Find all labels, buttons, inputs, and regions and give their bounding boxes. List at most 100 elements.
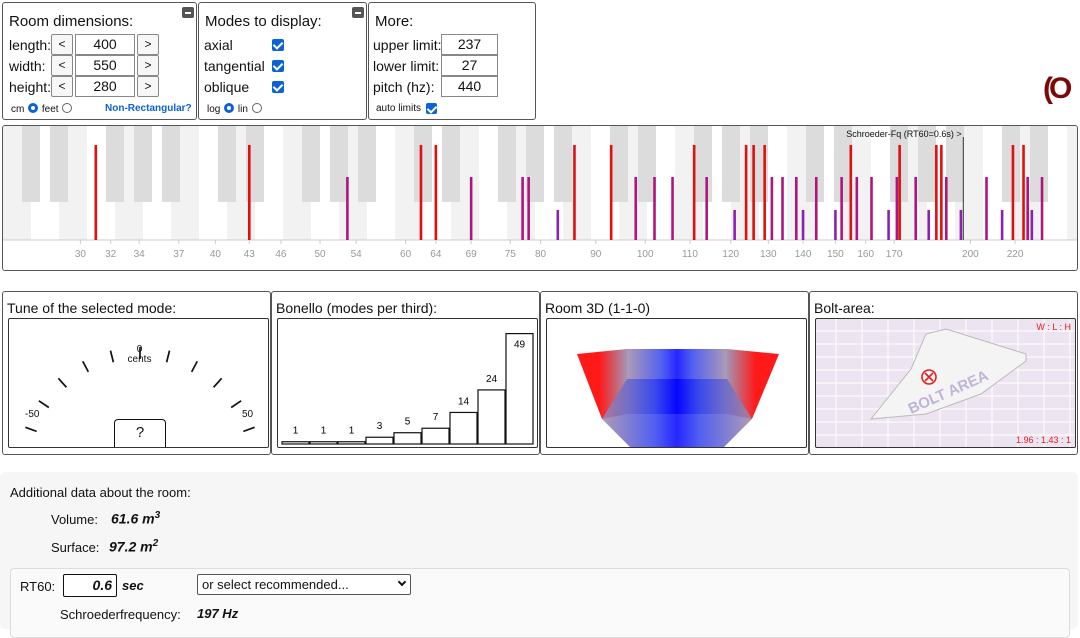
tick-label: 37 — [173, 249, 185, 260]
piano-black-key — [162, 126, 180, 202]
length-decrease-button[interactable]: < — [51, 34, 73, 55]
tick-label: 54 — [351, 249, 363, 260]
surface-value: 97.2 m2 — [109, 538, 159, 555]
additional-data-section: Additional data about the room: Volume: … — [0, 472, 1078, 638]
cents-label: cents — [127, 354, 152, 365]
piano-black-key — [22, 126, 40, 202]
tick-label: 160 — [857, 249, 874, 260]
rt60-input[interactable]: 0.6 — [63, 574, 117, 597]
bonello-value-label: 1 — [349, 426, 355, 437]
bolt-title: Bolt-area: — [814, 300, 875, 316]
schroeder-label: Schroederfrequency: — [60, 607, 181, 622]
recommended-select[interactable]: or select recommended... — [197, 574, 411, 595]
mode-spectrum: 30 32 34 37 40 43 46 50 54 60 64 69 75 80 90 100 110 120 1… — [2, 125, 1078, 271]
piano-black-key — [50, 126, 68, 202]
floor — [602, 379, 752, 447]
tick-label: 40 — [210, 249, 222, 260]
bonello-value-label: 24 — [486, 374, 498, 385]
modes-title: Modes to display: — [205, 13, 322, 30]
lin-label: lin — [237, 104, 248, 115]
length-increase-button[interactable]: > — [137, 34, 159, 55]
scale-selector: log lin — [207, 103, 263, 115]
bonello-svg: 1 1 1 3 5 7 14 24 49 — [281, 333, 534, 445]
tick-label: 60 — [400, 249, 412, 260]
bonello-value-label: 49 — [514, 340, 526, 351]
piano-black-key — [1002, 126, 1020, 202]
length-label: length: — [9, 37, 52, 53]
bonello-bar — [477, 389, 506, 445]
dial-tick — [230, 400, 242, 409]
axial-checkbox[interactable] — [272, 39, 284, 51]
lin-radio[interactable] — [251, 103, 262, 113]
tangential-checkbox[interactable] — [272, 60, 284, 72]
tick-label: 34 — [134, 249, 146, 260]
tick-label: 32 — [105, 249, 117, 260]
log-label: log — [207, 104, 221, 115]
auto-limits-checkbox[interactable] — [426, 103, 437, 114]
tune-value-box: ? — [114, 419, 166, 447]
bolt-chart[interactable]: BOLT AREA W : L : H 1.96 : 1.43 : 1 — [815, 318, 1076, 448]
room3d-view[interactable] — [546, 318, 807, 448]
bonello-title: Bonello (modes per third): — [276, 300, 438, 316]
rt60-label: RT60: — [20, 579, 56, 594]
minimize-icon[interactable] — [352, 7, 364, 18]
bonello-value-label: 1 — [321, 426, 327, 437]
tick-label: 170 — [886, 249, 903, 260]
bonello-panel: Bonello (modes per third): 1 1 1 3 5 7 14 24 49 — [271, 291, 540, 455]
non-rectangular-link[interactable]: Non-Rectangular? — [105, 103, 192, 114]
piano-black-key — [414, 126, 432, 202]
unit-cm-radio[interactable] — [28, 103, 39, 113]
piano-black-key — [610, 126, 628, 202]
dial-tick — [57, 377, 68, 388]
pitch-input[interactable]: 440 — [441, 76, 498, 97]
oblique-checkbox[interactable] — [272, 81, 284, 93]
tune-panel: Tune of the selected mode: 0 cents -50 5… — [2, 291, 271, 455]
dial-tick — [212, 377, 223, 388]
height-increase-button[interactable]: > — [137, 76, 159, 97]
more-panel: More: upper limit: 237 lower limit: 27 p… — [368, 2, 536, 120]
tick-label: 64 — [430, 249, 442, 260]
unit-feet-radio[interactable] — [62, 103, 73, 113]
bonello-value-label: 3 — [377, 421, 383, 432]
piano-black-key — [554, 126, 572, 202]
piano-black-key — [134, 126, 152, 202]
bonello-value-label: 7 — [433, 412, 439, 423]
width-decrease-button[interactable]: < — [51, 55, 73, 76]
lower-limit-input[interactable]: 27 — [441, 55, 498, 76]
additional-title: Additional data about the room: — [10, 485, 191, 500]
tick-label: 100 — [637, 249, 654, 260]
log-radio[interactable] — [224, 103, 235, 113]
room3d-svg — [577, 349, 779, 447]
minimize-icon[interactable] — [182, 7, 194, 18]
minus-fifty: -50 — [25, 409, 40, 420]
room-dimensions-title: Room dimensions: — [9, 13, 134, 30]
tick-label: 120 — [722, 249, 739, 260]
plus-fifty: 50 — [242, 409, 254, 420]
piano-black-key — [302, 126, 320, 202]
width-input[interactable]: 550 — [75, 55, 135, 76]
upper-limit-input[interactable]: 237 — [441, 34, 498, 55]
bonello-chart: 1 1 1 3 5 7 14 24 49 — [277, 318, 538, 448]
tick-label: 50 — [314, 249, 326, 260]
length-input[interactable]: 400 — [75, 34, 135, 55]
piano-black-key — [358, 126, 376, 202]
bonello-bar — [309, 441, 338, 445]
bolt-ratio-label: W : L : H — [1036, 322, 1071, 332]
tick-label: 43 — [244, 249, 256, 260]
spectrum-svg: 30 32 34 37 40 43 46 50 54 60 64 69 75 80 90 100 110 120 1… — [3, 126, 1077, 260]
surface-label: Surface: — [51, 540, 100, 555]
width-increase-button[interactable]: > — [137, 55, 159, 76]
tune-gauge: 0 cents -50 50 ? — [8, 318, 269, 448]
height-decrease-button[interactable]: < — [51, 76, 73, 97]
bonello-value-label: 1 — [293, 426, 299, 437]
bonello-value-label: 5 — [405, 417, 411, 428]
piano-key — [1067, 126, 1077, 240]
volume-label: Volume: — [51, 512, 98, 527]
bonello-bar — [449, 411, 478, 445]
bolt-ratio-value: 1.96 : 1.43 : 1 — [1015, 435, 1071, 445]
height-input[interactable]: 280 — [75, 76, 135, 97]
piano-black-key — [694, 126, 712, 202]
room-dimensions-panel: Room dimensions: length: < 400 > width: … — [2, 2, 197, 120]
piano-black-key — [498, 126, 516, 202]
bonello-bar — [337, 441, 366, 445]
